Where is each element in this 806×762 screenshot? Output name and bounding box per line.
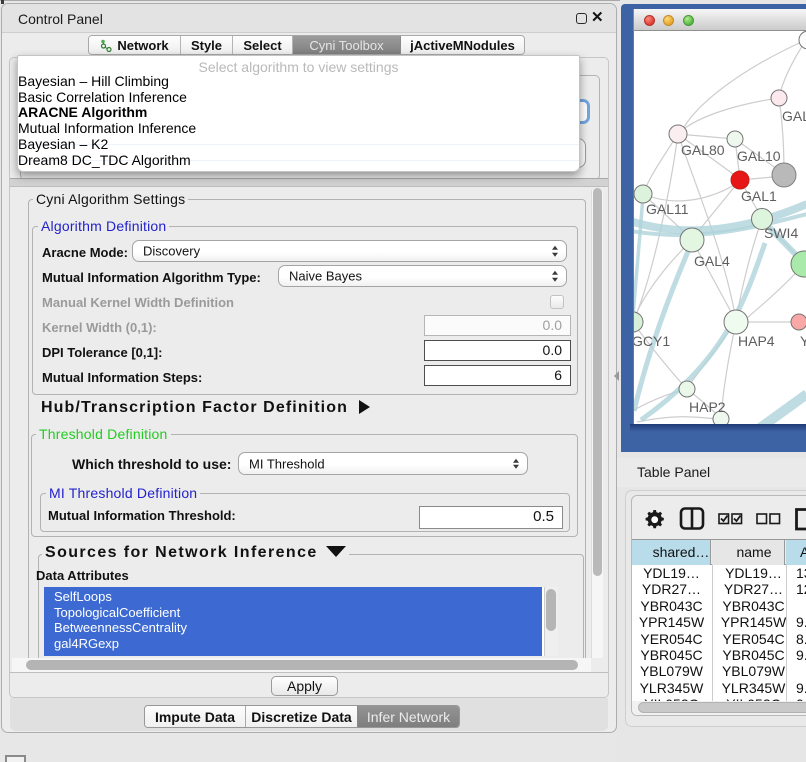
svg-text:GCY1: GCY1 <box>634 333 670 349</box>
svg-text:GAL1: GAL1 <box>741 188 777 204</box>
svg-text:SWI4: SWI4 <box>764 225 798 241</box>
svg-text:Y: Y <box>800 333 806 349</box>
svg-text:GAL11: GAL11 <box>646 201 689 217</box>
svg-text:HAP2: HAP2 <box>689 399 726 415</box>
svg-text:GAL80: GAL80 <box>681 142 725 158</box>
svg-text:GAL4: GAL4 <box>694 253 730 269</box>
svg-text:HAP4: HAP4 <box>738 333 775 349</box>
svg-text:GAL10: GAL10 <box>737 148 781 164</box>
svg-text:GAL7: GAL7 <box>782 108 806 124</box>
